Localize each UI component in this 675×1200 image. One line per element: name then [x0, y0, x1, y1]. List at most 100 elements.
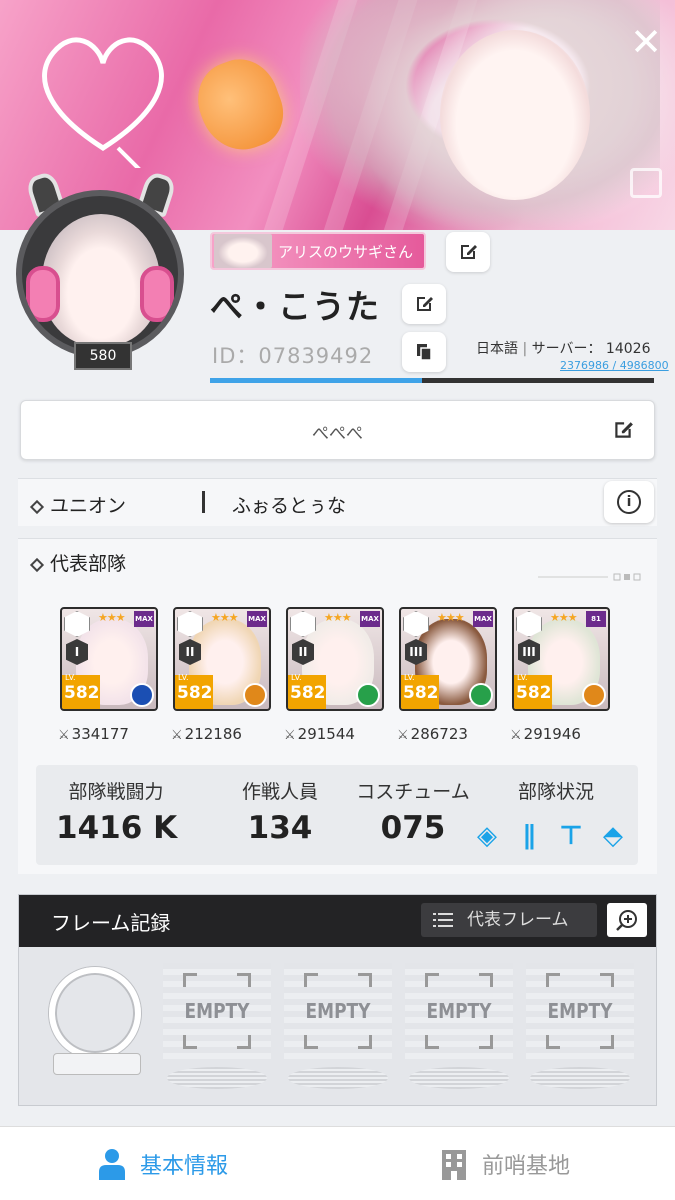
avatar-frame [16, 190, 184, 358]
title-badge-label: アリスのウサギさん [278, 242, 414, 261]
level-tag: LV. [404, 673, 415, 682]
frame-pedestal [53, 1053, 141, 1075]
slot-base [288, 1067, 388, 1089]
empty-label: EMPTY [426, 999, 492, 1023]
frame-slot-main[interactable] [49, 967, 141, 1059]
representative-frame-button[interactable]: 代表フレーム [421, 903, 597, 937]
edit-title-button[interactable] [446, 232, 490, 272]
slot-corner [425, 973, 439, 987]
frame-slot[interactable]: EMPTY [163, 963, 271, 1089]
tab-basic-info-label: 基本情報 [140, 1154, 229, 1179]
diamond-grid-icon: ◈ [477, 821, 497, 851]
swords-icon: ⚔ [510, 728, 522, 743]
squad-status-label: 部隊状況 [517, 781, 594, 803]
swords-icon: ⚔ [58, 728, 70, 743]
headphone-left-icon [26, 266, 60, 322]
empty-label: EMPTY [305, 999, 371, 1023]
burst-badge: III [518, 639, 540, 665]
element-icon [469, 683, 493, 707]
limit-badge: 81 [586, 611, 606, 627]
frame-record-header: フレーム記録 代表フレーム [19, 895, 656, 947]
close-icon[interactable]: ✕ [626, 22, 666, 62]
slot-corner [479, 1035, 493, 1049]
list-icon [433, 913, 453, 927]
info-icon: i [617, 490, 641, 514]
nickname: ぺ・こうた [210, 287, 380, 326]
card-power: ⚔ 334177 [58, 725, 129, 743]
carrot-decoration [187, 49, 293, 161]
swords-icon: ⚔ [171, 728, 183, 743]
edit-icon[interactable] [612, 419, 634, 441]
level-tag: LV. [517, 673, 528, 682]
burst-badge: I [66, 639, 88, 665]
tee-icon: ⊤ [559, 821, 583, 851]
frame-icon[interactable] [630, 168, 662, 198]
squad-card[interactable]: II ★★★ MAX LV. 582 [173, 607, 271, 711]
avatar[interactable] [10, 170, 190, 362]
comment-text: ぺぺぺ [312, 424, 363, 444]
tab-outpost[interactable]: 前哨基地 [440, 1127, 570, 1200]
limit-badge: MAX [473, 611, 493, 627]
limit-badge: MAX [134, 611, 154, 627]
element-icon [243, 683, 267, 707]
union-label: ユニオン [29, 491, 126, 518]
language-server: 日本語 | サーバー： 14026 [476, 341, 651, 357]
frame-slot[interactable]: EMPTY [284, 963, 392, 1089]
card-power: ⚔ 291544 [284, 725, 355, 743]
copy-id-button[interactable] [402, 332, 446, 372]
card-power: ⚔ 291946 [510, 725, 581, 743]
star-icon: ★★★ [324, 611, 352, 624]
element-icon [130, 683, 154, 707]
burst-badge: II [292, 639, 314, 665]
slot-corner [600, 973, 614, 987]
user-id: ID：07839492 [212, 344, 374, 368]
squad-card[interactable]: I ★★★ MAX LV. 582 [60, 607, 158, 711]
tab-basic-info[interactable]: 基本情報 [98, 1127, 228, 1200]
union-info-button[interactable]: i [604, 481, 654, 523]
exp-bar [210, 378, 654, 383]
level-tag: LV. [65, 673, 76, 682]
zoom-in-icon [616, 910, 637, 931]
star-icon: ★★★ [211, 611, 239, 624]
union-name: ふぉるとぅな [232, 495, 347, 517]
card-level: 582 [64, 683, 100, 703]
star-icon: ★★★ [98, 611, 126, 624]
edit-nickname-button[interactable] [402, 284, 446, 324]
exp-value: 2376986 / 4986800 [560, 359, 669, 372]
slot-corner [425, 1035, 439, 1049]
squad-card[interactable]: III ★★★ 81 LV. 582 [512, 607, 610, 711]
star-icon: ★★★ [437, 611, 465, 624]
title-badge-art [214, 234, 272, 268]
slot-corner [546, 1035, 560, 1049]
costume-stat: コスチューム 075 [348, 777, 478, 846]
squad-title: 代表部隊 [29, 549, 126, 576]
limit-badge: MAX [360, 611, 380, 627]
squad-card[interactable]: III ★★★ MAX LV. 582 [399, 607, 497, 711]
burst-badge: III [405, 639, 427, 665]
combat-power-stat: 部隊戦闘力 1416 K [56, 777, 178, 846]
pillar-icon: ∥ [522, 821, 536, 851]
combat-power-value: 1416 K [56, 810, 178, 846]
comment-box[interactable]: ぺぺぺ [20, 400, 655, 460]
card-level: 582 [403, 683, 439, 703]
squad-card[interactable]: II ★★★ MAX LV. 582 [286, 607, 384, 711]
headphone-right-icon [140, 266, 174, 322]
slot-corner [183, 973, 197, 987]
card-power-value: 286723 [410, 725, 468, 743]
representative-frame-label: 代表フレーム [467, 910, 569, 930]
title-badge[interactable]: アリスのウサギさん [210, 232, 426, 270]
swords-icon: ⚔ [397, 728, 409, 743]
frame-slot[interactable]: EMPTY [405, 963, 513, 1089]
server: サーバー： 14026 [531, 341, 651, 357]
pager-dots [538, 573, 641, 581]
frame-slot[interactable]: EMPTY [526, 963, 634, 1089]
bottom-tab-bar: 基本情報 前哨基地 [0, 1126, 675, 1200]
copy-icon [417, 344, 432, 361]
frame-record-section: フレーム記録 代表フレーム EMPTY EMPTY EMPTY EMPTY [18, 894, 657, 1106]
members-label: 作戦人員 [241, 781, 318, 803]
slot-base [167, 1067, 267, 1089]
squad-status-stat: 部隊状況 [496, 777, 616, 804]
slot-corner [358, 1035, 372, 1049]
zoom-in-button[interactable] [607, 903, 647, 937]
edit-icon [461, 245, 477, 259]
